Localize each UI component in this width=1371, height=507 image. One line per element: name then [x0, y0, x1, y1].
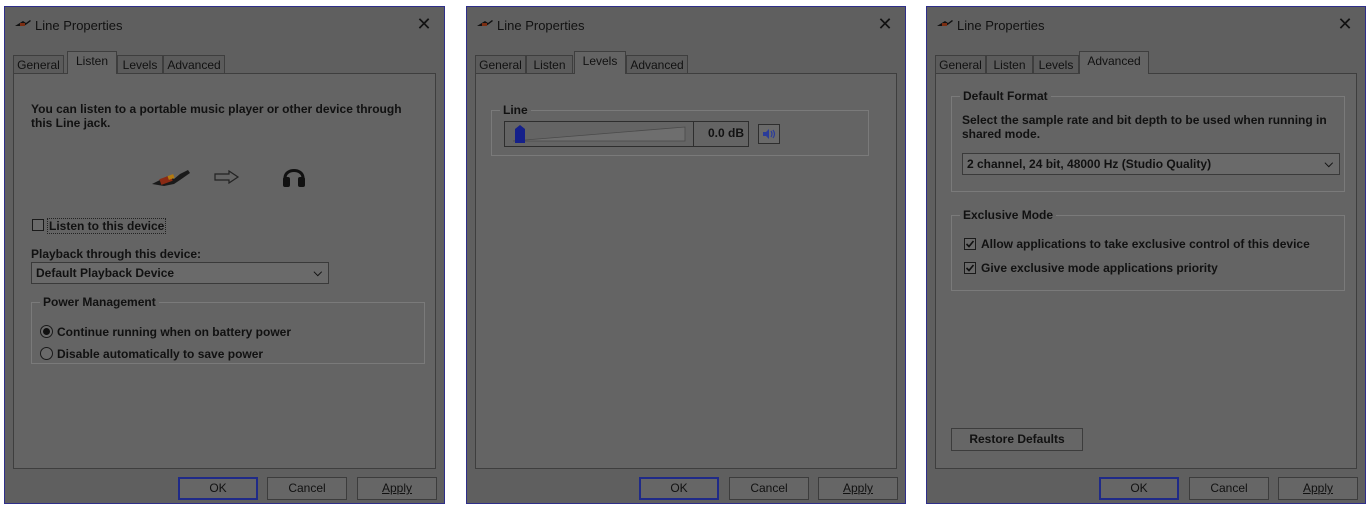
- chevron-down-icon: ⌵: [313, 267, 322, 279]
- radio-continue-label[interactable]: Continue running when on battery power: [57, 325, 291, 339]
- tab-advanced[interactable]: Advanced: [626, 55, 688, 74]
- radio-disable-label[interactable]: Disable automatically to save power: [57, 347, 263, 361]
- cancel-button[interactable]: Cancel: [267, 477, 347, 500]
- ok-button[interactable]: OK: [639, 477, 719, 500]
- line-jack-icon: [152, 170, 190, 186]
- ok-button[interactable]: OK: [1099, 477, 1179, 500]
- apply-label: Apply: [1302, 481, 1334, 495]
- dialog-advanced: Line Properties ✕ General Listen Levels …: [926, 6, 1366, 504]
- dialog-listen: Line Properties ✕ General Listen Levels …: [4, 6, 445, 504]
- format-select[interactable]: 2 channel, 24 bit, 48000 Hz (Studio Qual…: [962, 153, 1340, 175]
- title-bar: Line Properties ✕: [5, 7, 444, 43]
- format-value: 2 channel, 24 bit, 48000 Hz (Studio Qual…: [967, 157, 1212, 171]
- tab-panel-listen: You can listen to a portable music playe…: [13, 73, 436, 469]
- tab-panel-advanced: Default Format Select the sample rate an…: [935, 73, 1357, 469]
- default-format-description: Select the sample rate and bit depth to …: [962, 113, 1327, 141]
- playback-device-value: Default Playback Device: [36, 266, 175, 280]
- power-management-label: Power Management: [40, 295, 159, 309]
- listen-checkbox-label[interactable]: Listen to this device: [47, 218, 167, 234]
- apply-button[interactable]: Apply: [1278, 477, 1358, 500]
- power-management-group: Power Management Continue running when o…: [31, 295, 425, 364]
- default-format-group: Default Format Select the sample rate an…: [951, 89, 1345, 192]
- tab-panel-levels: Line 0.0 dB: [475, 73, 897, 469]
- cancel-button[interactable]: Cancel: [1189, 477, 1269, 500]
- title-bar: Line Properties ✕: [927, 7, 1365, 43]
- title-bar: Line Properties ✕: [467, 7, 905, 43]
- tab-general[interactable]: General: [475, 55, 526, 74]
- apply-label: Apply: [842, 481, 874, 495]
- tab-levels[interactable]: Levels: [574, 51, 626, 74]
- mute-button[interactable]: [758, 124, 780, 144]
- restore-defaults-button[interactable]: Restore Defaults: [951, 428, 1083, 451]
- exclusive-priority-label[interactable]: Give exclusive mode applications priorit…: [981, 261, 1218, 275]
- slider-thumb[interactable]: [515, 125, 525, 143]
- exclusive-control-checkbox[interactable]: [964, 238, 976, 250]
- tab-levels[interactable]: Levels: [117, 55, 163, 74]
- dialog-title: Line Properties: [497, 18, 585, 33]
- listen-checkbox[interactable]: [32, 219, 44, 231]
- exclusive-control-label[interactable]: Allow applications to take exclusive con…: [981, 237, 1310, 251]
- dialog-levels: Line Properties ✕ General Listen Levels …: [466, 6, 906, 504]
- tab-listen[interactable]: Listen: [986, 55, 1033, 74]
- line-jack-icon: [15, 20, 31, 26]
- playback-label: Playback through this device:: [31, 247, 202, 261]
- level-slider[interactable]: [504, 121, 694, 147]
- close-icon[interactable]: ✕: [1335, 13, 1355, 35]
- tab-advanced[interactable]: Advanced: [163, 55, 225, 74]
- dialog-title: Line Properties: [35, 18, 123, 33]
- apply-button[interactable]: Apply: [818, 477, 898, 500]
- tab-listen[interactable]: Listen: [67, 51, 117, 74]
- exclusive-priority-checkbox[interactable]: [964, 262, 976, 274]
- line-jack-icon: [477, 20, 493, 26]
- headphones-icon: [283, 169, 305, 187]
- close-icon[interactable]: ✕: [414, 13, 434, 35]
- tab-advanced[interactable]: Advanced: [1079, 51, 1149, 74]
- exclusive-mode-group: Exclusive Mode Allow applications to tak…: [951, 208, 1345, 291]
- radio-disable-auto[interactable]: [40, 347, 53, 360]
- tab-levels[interactable]: Levels: [1033, 55, 1079, 74]
- dialog-title: Line Properties: [957, 18, 1045, 33]
- speaker-icon: [763, 129, 776, 139]
- close-icon[interactable]: ✕: [875, 13, 895, 35]
- arrow-right-icon: [214, 170, 240, 184]
- tab-listen[interactable]: Listen: [526, 55, 573, 74]
- ok-button[interactable]: OK: [178, 477, 258, 500]
- level-value: 0.0 dB: [707, 126, 744, 140]
- slider-track: [512, 126, 686, 142]
- cancel-button[interactable]: Cancel: [729, 477, 809, 500]
- exclusive-mode-label: Exclusive Mode: [960, 208, 1057, 222]
- playback-device-select[interactable]: Default Playback Device ⌵: [31, 262, 329, 284]
- level-value-box[interactable]: 0.0 dB: [694, 121, 749, 147]
- apply-label: Apply: [381, 481, 413, 495]
- radio-continue-running[interactable]: [40, 325, 53, 338]
- apply-button[interactable]: Apply: [357, 477, 437, 500]
- line-level-group: Line 0.0 dB: [491, 103, 869, 156]
- tab-general[interactable]: General: [13, 55, 64, 74]
- default-format-label: Default Format: [960, 89, 1051, 103]
- tab-general[interactable]: General: [935, 55, 986, 74]
- listen-description: You can listen to a portable music playe…: [31, 102, 402, 130]
- chevron-down-icon: ⌵: [1324, 158, 1333, 170]
- line-jack-icon: [937, 20, 953, 26]
- line-group-label: Line: [500, 103, 531, 117]
